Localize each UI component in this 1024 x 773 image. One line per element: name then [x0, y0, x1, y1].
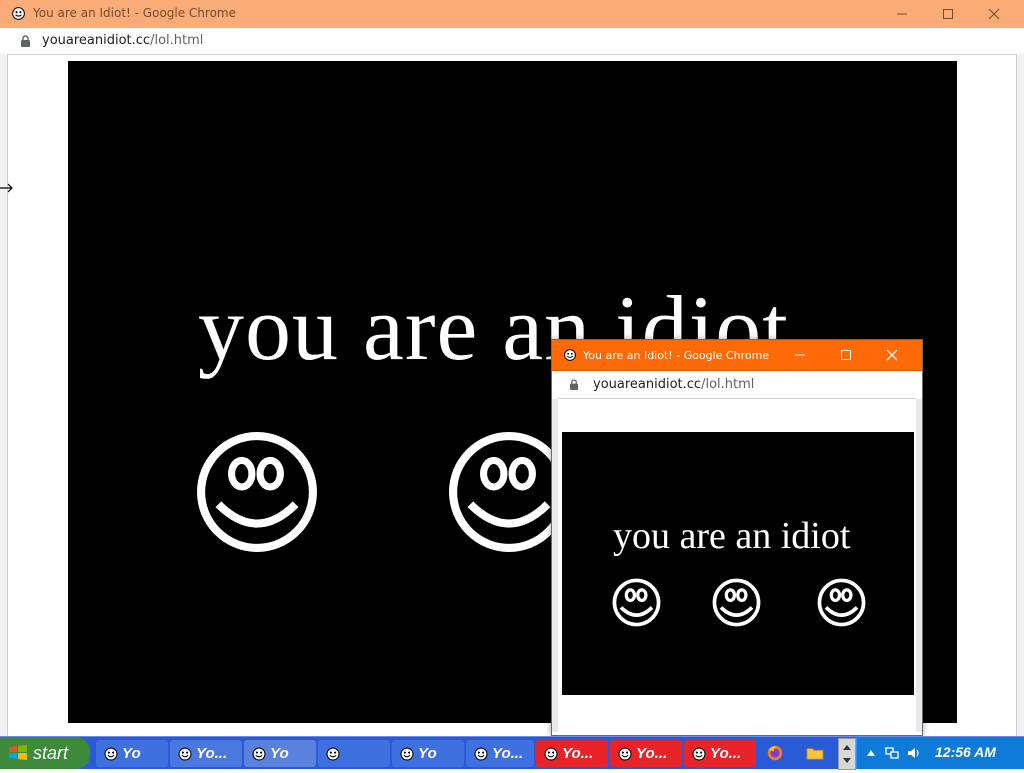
popup-url-path: /lol.html — [701, 377, 755, 392]
close-icon — [988, 8, 1000, 20]
smiley-favicon-icon — [12, 7, 25, 20]
minimize-icon — [795, 354, 805, 356]
popup-url[interactable]: youareanidiot.cc/lol.html — [593, 377, 754, 392]
system-tray: 12:56 AM — [856, 737, 1024, 769]
scroll-arrows-icon — [843, 745, 851, 763]
taskbar-item[interactable]: Yo — [392, 740, 464, 767]
popup-address-bar[interactable]: youareanidiot.cc/lol.html — [558, 371, 916, 399]
popup-headline: you are an idiot — [613, 515, 851, 557]
main-window-title: You are an Idiot! - Google Chrome — [33, 6, 236, 20]
smiley-icon — [178, 747, 192, 760]
folder-icon — [806, 748, 824, 760]
smiley-icon — [252, 747, 266, 760]
popup-titlebar[interactable]: You are an Idiot! - Google Chrome — [552, 340, 922, 371]
clock[interactable]: 12:56 AM — [935, 744, 996, 760]
smiley-icon — [544, 747, 558, 760]
maximize-icon — [841, 350, 851, 360]
smiley-icon — [474, 747, 488, 760]
taskbar-item-label: Yo... — [196, 745, 228, 762]
taskbar-item-label: Yo — [270, 745, 289, 762]
main-url-host: youareanidiot.cc — [42, 33, 151, 48]
tray-arrow-icon[interactable] — [864, 746, 878, 760]
taskbar-item[interactable]: Yo... — [684, 740, 756, 767]
minimize-icon — [897, 13, 907, 15]
taskbar-scroll-buttons[interactable] — [838, 738, 856, 770]
popup-minimize-button[interactable] — [778, 340, 822, 370]
taskbar-item-label: Yo... — [492, 745, 524, 762]
network-icon[interactable] — [885, 746, 899, 760]
popup-maximize-button[interactable] — [824, 340, 868, 370]
popup-page-content: you are an idiot — [562, 432, 914, 695]
taskbar-item-label: Yo... — [710, 745, 742, 762]
taskbar-item[interactable]: Yo... — [610, 740, 682, 767]
popup-close-button[interactable] — [870, 340, 914, 370]
main-titlebar[interactable]: You are an Idiot! - Google Chrome — [0, 0, 1024, 28]
smiley-icon — [400, 747, 414, 760]
main-close-button[interactable] — [971, 0, 1017, 28]
taskbar-item-label: Yo... — [562, 745, 594, 762]
lock-icon — [569, 379, 579, 390]
smiley-icon — [618, 747, 632, 760]
smiley-face-icon — [712, 578, 761, 627]
main-minimize-button[interactable] — [879, 0, 925, 28]
smiley-face-icon — [612, 578, 661, 627]
taskbar-item[interactable]: Yo... — [536, 740, 608, 767]
smiley-face-icon — [817, 578, 866, 627]
smiley-icon — [104, 747, 118, 760]
taskbar-item[interactable]: Yo — [96, 740, 168, 767]
popup-browser-window: You are an Idiot! - Google Chrome youare… — [551, 339, 923, 736]
windows-logo-icon — [9, 745, 27, 760]
main-maximize-button[interactable] — [925, 0, 971, 28]
volume-icon[interactable] — [907, 746, 921, 760]
popup-url-host: youareanidiot.cc — [593, 377, 702, 392]
firefox-icon[interactable] — [764, 741, 786, 765]
start-label: start — [33, 742, 69, 763]
smiley-face-icon — [197, 432, 317, 552]
resize-cursor-icon — [0, 183, 13, 193]
taskbar-item[interactable]: Yo — [244, 740, 316, 767]
maximize-icon — [943, 9, 953, 19]
taskbar-item[interactable] — [318, 740, 390, 767]
taskbar-item-label: Yo... — [636, 745, 668, 762]
folder-icon[interactable] — [804, 741, 826, 765]
taskbar-item-label: Yo — [122, 745, 141, 762]
smiley-icon — [326, 747, 340, 760]
window-frame-left — [0, 54, 8, 736]
smiley-favicon-icon — [564, 349, 576, 361]
taskbar-item[interactable]: Yo... — [466, 740, 534, 767]
lock-icon — [21, 35, 30, 47]
window-frame-right — [1016, 54, 1024, 736]
close-icon — [886, 349, 898, 361]
popup-window-title: You are an Idiot! - Google Chrome — [583, 349, 770, 362]
smiley-icon — [692, 747, 706, 760]
popup-frame-left — [552, 399, 558, 732]
main-url-path: /lol.html — [150, 33, 204, 48]
main-url[interactable]: youareanidiot.cc/lol.html — [42, 33, 203, 48]
taskbar-item[interactable]: Yo... — [170, 740, 242, 767]
taskbar: start Yo Yo... Yo Yo Yo... Yo... Yo... Y… — [0, 736, 1024, 770]
taskbar-item-label: Yo — [418, 745, 437, 762]
popup-frame-right — [916, 399, 922, 732]
main-address-bar[interactable]: youareanidiot.cc/lol.html — [0, 28, 1024, 55]
firefox-icon — [767, 745, 783, 761]
start-button[interactable]: start — [0, 737, 90, 769]
